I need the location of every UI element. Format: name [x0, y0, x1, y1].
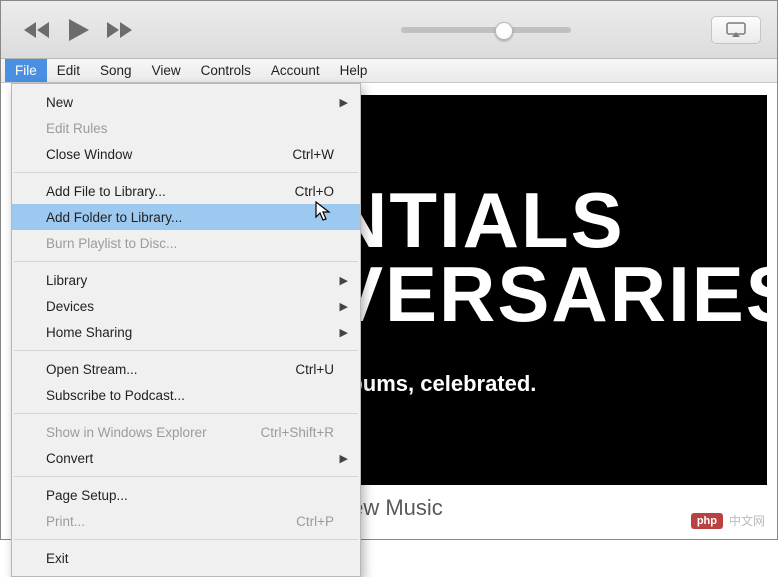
menu-item-label: Edit Rules — [46, 121, 108, 136]
menu-edit[interactable]: Edit — [47, 59, 90, 82]
menu-item-label: Open Stream... — [46, 362, 138, 377]
play-icon — [65, 17, 91, 43]
rewind-icon — [23, 21, 51, 39]
menu-separator — [14, 350, 358, 351]
menu-item-shortcut: Ctrl+P — [296, 514, 334, 529]
menu-item-open-stream[interactable]: Open Stream... Ctrl+U — [12, 356, 360, 382]
menu-item-label: Close Window — [46, 147, 132, 162]
player-toolbar — [1, 1, 777, 59]
menu-item-burn-playlist-to-disc: Burn Playlist to Disc... — [12, 230, 360, 256]
menu-item-label: New — [46, 95, 73, 110]
menu-item-label: Devices — [46, 299, 94, 314]
chevron-right-icon: ▶ — [340, 274, 348, 287]
next-button[interactable] — [99, 15, 139, 45]
menu-item-new[interactable]: New ▶ — [12, 89, 360, 115]
menu-help[interactable]: Help — [330, 59, 378, 82]
menu-item-label: Show in Windows Explorer — [46, 425, 207, 440]
menu-separator — [14, 261, 358, 262]
menu-item-show-in-windows-explorer: Show in Windows Explorer Ctrl+Shift+R — [12, 419, 360, 445]
menu-separator — [14, 476, 358, 477]
menu-item-shortcut: Ctrl+O — [295, 184, 334, 199]
chevron-right-icon: ▶ — [340, 452, 348, 465]
volume-slider[interactable] — [401, 27, 571, 33]
menu-item-label: Burn Playlist to Disc... — [46, 236, 177, 251]
menu-item-edit-rules: Edit Rules — [12, 115, 360, 141]
watermark: php 中文网 — [691, 512, 765, 529]
menu-item-label: Library — [46, 273, 87, 288]
file-menu-dropdown: New ▶ Edit Rules Close Window Ctrl+W Add File… — [11, 83, 361, 577]
watermark-badge: php — [691, 513, 723, 529]
menu-item-devices[interactable]: Devices ▶ — [12, 293, 360, 319]
menu-item-label: Exit — [46, 551, 69, 566]
menu-item-library[interactable]: Library ▶ — [12, 267, 360, 293]
airplay-button[interactable] — [711, 16, 761, 44]
menu-item-close-window[interactable]: Close Window Ctrl+W — [12, 141, 360, 167]
menu-item-print: Print... Ctrl+P — [12, 508, 360, 534]
menubar: FileEditSongViewControlsAccountHelp — [1, 59, 777, 83]
menu-account[interactable]: Account — [261, 59, 330, 82]
menu-separator — [14, 413, 358, 414]
previous-button[interactable] — [17, 15, 57, 45]
menu-item-subscribe-to-podcast[interactable]: Subscribe to Podcast... — [12, 382, 360, 408]
menu-item-convert[interactable]: Convert ▶ — [12, 445, 360, 471]
menu-item-label: Page Setup... — [46, 488, 128, 503]
menu-item-add-file-to-library[interactable]: Add File to Library... Ctrl+O — [12, 178, 360, 204]
menu-item-page-setup[interactable]: Page Setup... — [12, 482, 360, 508]
menu-separator — [14, 172, 358, 173]
hero-line-2: VERSARIES — [331, 257, 767, 331]
menu-item-label: Add File to Library... — [46, 184, 166, 199]
chevron-right-icon: ▶ — [340, 326, 348, 339]
menu-item-label: Print... — [46, 514, 85, 529]
chevron-right-icon: ▶ — [340, 96, 348, 109]
airplay-icon — [726, 22, 746, 38]
menu-item-label: Subscribe to Podcast... — [46, 388, 185, 403]
hero-tagline: albums, celebrated. — [331, 371, 767, 397]
menu-item-home-sharing[interactable]: Home Sharing ▶ — [12, 319, 360, 345]
menu-item-add-folder-to-library[interactable]: Add Folder to Library... — [12, 204, 360, 230]
menu-song[interactable]: Song — [90, 59, 142, 82]
menu-item-shortcut: Ctrl+W — [292, 147, 334, 162]
fast-forward-icon — [105, 21, 133, 39]
playback-controls — [17, 11, 139, 49]
menu-item-label: Home Sharing — [46, 325, 132, 340]
menu-controls[interactable]: Controls — [191, 59, 261, 82]
play-button[interactable] — [59, 11, 97, 49]
menu-item-label: Add Folder to Library... — [46, 210, 182, 225]
menu-file[interactable]: File — [5, 59, 47, 82]
menu-item-exit[interactable]: Exit — [12, 545, 360, 571]
menu-view[interactable]: View — [142, 59, 191, 82]
hero-line-1: NTIALS — [331, 183, 767, 257]
chevron-right-icon: ▶ — [340, 300, 348, 313]
menu-item-shortcut: Ctrl+Shift+R — [260, 425, 334, 440]
menu-item-label: Convert — [46, 451, 93, 466]
watermark-text: 中文网 — [729, 512, 765, 529]
menu-item-shortcut: Ctrl+U — [295, 362, 334, 377]
